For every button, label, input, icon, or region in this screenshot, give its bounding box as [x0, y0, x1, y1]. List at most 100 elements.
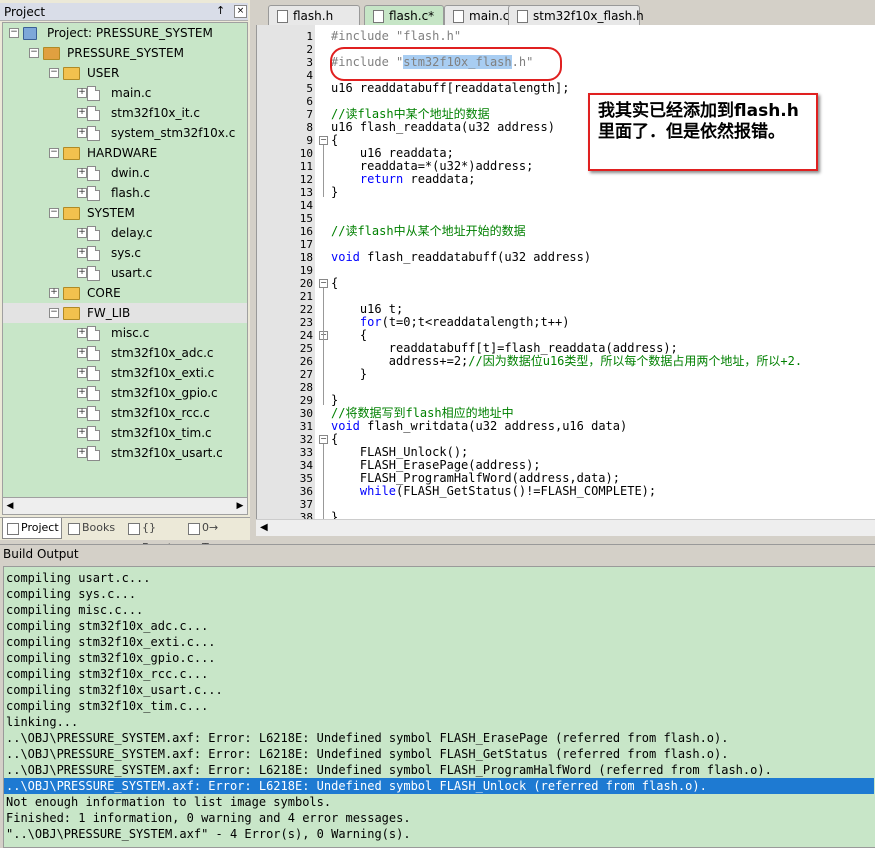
tree-item[interactable]: + delay.c: [3, 223, 247, 243]
expand-plus-icon[interactable]: +: [77, 128, 87, 138]
line-number: 10: [299, 147, 313, 160]
close-icon[interactable]: ×: [234, 5, 247, 18]
expand-plus-icon[interactable]: +: [77, 88, 87, 98]
build-output-line[interactable]: linking...: [6, 714, 874, 730]
code-line[interactable]: #include "flash.h": [331, 30, 461, 43]
tree-item[interactable]: + dwin.c: [3, 163, 247, 183]
build-output-line[interactable]: compiling stm32f10x_exti.c...: [6, 634, 874, 650]
code-line[interactable]: while(FLASH_GetStatus()!=FLASH_COMPLETE)…: [331, 485, 656, 498]
tree-horizontal-scrollbar[interactable]: ◀ ▶: [2, 497, 248, 515]
build-output-line[interactable]: ..\OBJ\PRESSURE_SYSTEM.axf: Error: L6218…: [6, 762, 874, 778]
expand-plus-icon[interactable]: +: [77, 428, 87, 438]
tree-item[interactable]: + flash.c: [3, 183, 247, 203]
expand-plus-icon[interactable]: +: [77, 108, 87, 118]
panel-tab-funct[interactable]: {} Funct...: [124, 518, 183, 554]
collapse-minus-icon[interactable]: −: [29, 48, 39, 58]
expand-plus-icon[interactable]: +: [77, 188, 87, 198]
code-line[interactable]: void flash_writdata(u32 address,u16 data…: [331, 420, 627, 433]
tree-item[interactable]: + CORE: [3, 283, 247, 303]
editor-tab-stm32f10x-flash-h[interactable]: stm32f10x_flash.h: [508, 5, 644, 26]
build-output-line[interactable]: compiling usart.c...: [6, 570, 874, 586]
code-line[interactable]: //读flash中从某个地址开始的数据: [331, 225, 526, 238]
tree-item[interactable]: + stm32f10x_tim.c: [3, 423, 247, 443]
editor-horizontal-scrollbar[interactable]: ◀: [256, 519, 875, 536]
build-output-line[interactable]: compiling misc.c...: [6, 602, 874, 618]
collapse-minus-icon[interactable]: −: [49, 208, 59, 218]
tree-item[interactable]: + system_stm32f10x.c: [3, 123, 247, 143]
build-output-line[interactable]: Not enough information to list image sym…: [6, 794, 874, 810]
expand-plus-icon[interactable]: +: [77, 328, 87, 338]
tree-item[interactable]: + stm32f10x_rcc.c: [3, 403, 247, 423]
tree-item[interactable]: − USER: [3, 63, 247, 83]
code-line[interactable]: address+=2;//因为数据位u16类型，所以每个数据占用两个地址，所以+…: [331, 355, 802, 368]
expand-plus-icon[interactable]: +: [77, 228, 87, 238]
expand-plus-icon[interactable]: +: [77, 448, 87, 458]
code-line[interactable]: u16 readdatabuff[readdatalength];: [331, 82, 569, 95]
scroll-right-icon[interactable]: ▶: [233, 498, 247, 514]
fold-toggle-icon[interactable]: −: [319, 435, 328, 444]
expand-plus-icon[interactable]: +: [77, 268, 87, 278]
code-line[interactable]: return readdata;: [331, 173, 476, 186]
tree-item[interactable]: − Project: PRESSURE_SYSTEM: [3, 23, 247, 43]
tree-item[interactable]: + sys.c: [3, 243, 247, 263]
line-number: 11: [299, 160, 313, 173]
panel-tab-books[interactable]: Books: [64, 518, 120, 538]
code-line[interactable]: }: [331, 511, 338, 520]
project-panel-tabs: Project Books {} Funct...0→ Temp...: [0, 517, 250, 554]
code-line[interactable]: {: [331, 277, 338, 290]
build-output-line[interactable]: compiling stm32f10x_rcc.c...: [6, 666, 874, 682]
build-output-line[interactable]: compiling stm32f10x_adc.c...: [6, 618, 874, 634]
build-output-line[interactable]: compiling stm32f10x_gpio.c...: [6, 650, 874, 666]
editor-tab-flash-h[interactable]: flash.h: [268, 5, 360, 26]
panel-tab-temp[interactable]: 0→ Temp...: [184, 518, 246, 554]
build-output-line[interactable]: ..\OBJ\PRESSURE_SYSTEM.axf: Error: L6218…: [6, 730, 874, 746]
code-token: //读flash中从某个地址开始的数据: [331, 224, 526, 238]
scroll-left-icon[interactable]: ◀: [3, 498, 17, 514]
tree-item-label: sys.c: [111, 246, 142, 260]
tree-item[interactable]: + stm32f10x_gpio.c: [3, 383, 247, 403]
expand-plus-icon[interactable]: +: [49, 288, 59, 298]
fold-toggle-icon[interactable]: −: [319, 136, 328, 145]
tree-item[interactable]: + usart.c: [3, 263, 247, 283]
tree-item[interactable]: + stm32f10x_it.c: [3, 103, 247, 123]
code-line[interactable]: }: [331, 186, 338, 199]
tree-item[interactable]: + stm32f10x_usart.c: [3, 443, 247, 463]
build-output-window[interactable]: compiling usart.c... compiling sys.c... co…: [3, 566, 875, 848]
build-output-line[interactable]: compiling sys.c...: [6, 586, 874, 602]
tree-item[interactable]: + stm32f10x_adc.c: [3, 343, 247, 363]
tree-item[interactable]: + misc.c: [3, 323, 247, 343]
pin-icon[interactable]: ↑: [216, 4, 225, 17]
tree-item[interactable]: − FW_LIB: [3, 303, 247, 323]
collapse-minus-icon[interactable]: −: [9, 28, 19, 38]
tree-item[interactable]: + stm32f10x_exti.c: [3, 363, 247, 383]
code-line[interactable]: void flash_readdatabuff(u32 address): [331, 251, 591, 264]
tree-item[interactable]: − HARDWARE: [3, 143, 247, 163]
build-output-line[interactable]: ..\OBJ\PRESSURE_SYSTEM.axf: Error: L6218…: [6, 746, 874, 762]
line-number: 31: [299, 420, 313, 433]
expand-plus-icon[interactable]: +: [77, 168, 87, 178]
expand-plus-icon[interactable]: +: [77, 368, 87, 378]
code-line[interactable]: u16 flash_readdata(u32 address): [331, 121, 555, 134]
collapse-minus-icon[interactable]: −: [49, 148, 59, 158]
code-line[interactable]: }: [331, 368, 367, 381]
collapse-minus-icon[interactable]: −: [49, 308, 59, 318]
panel-tab-project[interactable]: Project: [2, 518, 62, 539]
expand-plus-icon[interactable]: +: [77, 408, 87, 418]
build-output-line[interactable]: compiling stm32f10x_usart.c...: [6, 682, 874, 698]
tree-item[interactable]: − PRESSURE_SYSTEM: [3, 43, 247, 63]
build-output-line[interactable]: Finished: 1 information, 0 warning and 4…: [6, 810, 874, 826]
build-output-line-selected[interactable]: ..\OBJ\PRESSURE_SYSTEM.axf: Error: L6218…: [4, 778, 874, 794]
expand-plus-icon[interactable]: +: [77, 348, 87, 358]
editor-tab-main-c[interactable]: main.c: [444, 5, 512, 26]
collapse-minus-icon[interactable]: −: [49, 68, 59, 78]
fold-toggle-icon[interactable]: −: [319, 279, 328, 288]
build-output-line[interactable]: "..\OBJ\PRESSURE_SYSTEM.axf" - 4 Error(s…: [6, 826, 874, 842]
expand-plus-icon[interactable]: +: [77, 388, 87, 398]
c-file-icon: [87, 386, 100, 401]
build-output-line[interactable]: compiling stm32f10x_tim.c...: [6, 698, 874, 714]
expand-plus-icon[interactable]: +: [77, 248, 87, 258]
scroll-left-icon[interactable]: ◀: [260, 520, 268, 536]
tree-item[interactable]: + main.c: [3, 83, 247, 103]
editor-tab-flash-c[interactable]: flash.c*: [364, 5, 444, 26]
tree-item[interactable]: − SYSTEM: [3, 203, 247, 223]
